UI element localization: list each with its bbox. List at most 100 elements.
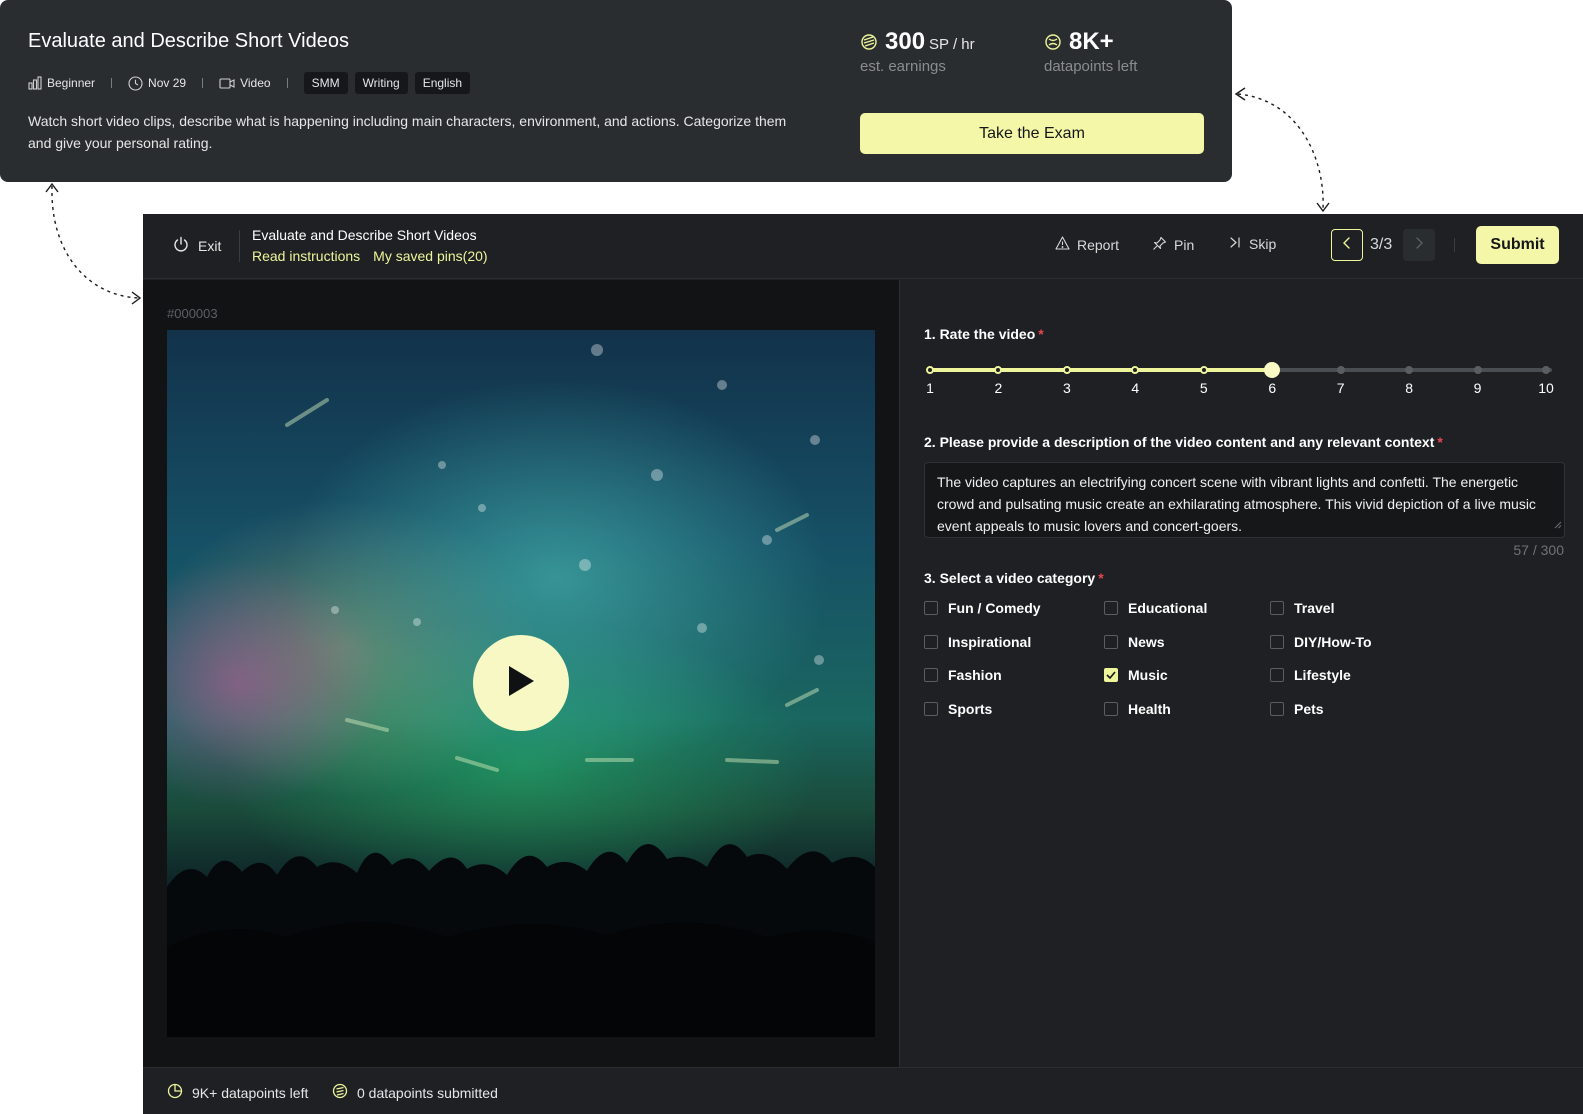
datapoints-icon <box>1044 33 1062 51</box>
category-option[interactable]: Inspirational <box>924 634 1031 650</box>
media-pane: #000003 <box>143 280 899 1067</box>
checkbox[interactable] <box>1104 601 1118 615</box>
slider-tick-label: 5 <box>1199 380 1208 396</box>
checkbox[interactable] <box>924 701 938 716</box>
checkbox[interactable] <box>1104 634 1118 649</box>
checkbox[interactable] <box>1270 668 1284 683</box>
header-links: Read instructions My saved pins(20) <box>252 248 488 264</box>
slider-tick-label: 3 <box>1062 380 1071 396</box>
checkbox[interactable] <box>924 668 938 683</box>
video-player[interactable] <box>167 330 875 1037</box>
take-exam-button[interactable]: Take the Exam <box>860 113 1204 154</box>
datapoints-label: datapoints left <box>1044 58 1138 75</box>
description-text: The video captures an electrifying conce… <box>937 474 1536 534</box>
checkbox[interactable] <box>1104 701 1118 716</box>
datapoints-left-status: 9K+ datapoints left <box>167 1083 308 1102</box>
media-label: Video <box>240 76 271 90</box>
category-option[interactable]: Fashion <box>924 667 1002 683</box>
earnings-value: 300 <box>885 28 926 55</box>
play-button[interactable] <box>473 635 569 731</box>
pin-icon <box>1152 236 1167 254</box>
item-id: #000003 <box>167 306 218 321</box>
rating-question: 1. Rate the video * <box>924 326 1044 342</box>
topbar-divider <box>239 230 240 262</box>
annotation-app: Exit Evaluate and Describe Short Videos … <box>143 214 1583 1114</box>
category-option[interactable]: Fun / Comedy <box>924 600 1041 616</box>
meta-divider <box>286 78 288 88</box>
category-option[interactable]: Sports <box>924 701 992 717</box>
checkbox[interactable] <box>924 601 938 615</box>
slider-step-dot[interactable] <box>1131 366 1140 374</box>
task-meta: Beginner Nov 29 Video SMM Writing Englis… <box>28 72 477 94</box>
category-option[interactable]: Educational <box>1104 600 1207 616</box>
description-textarea[interactable]: The video captures an electrifying conce… <box>924 462 1565 538</box>
checkbox[interactable] <box>924 634 938 649</box>
task-header-title: Evaluate and Describe Short Videos <box>252 227 477 243</box>
category-option[interactable]: Travel <box>1270 600 1334 616</box>
slider-tick-label: 4 <box>1131 380 1140 396</box>
read-instructions-link[interactable]: Read instructions <box>252 248 360 264</box>
meta-divider <box>111 78 113 88</box>
item-counter: 3/3 <box>1370 236 1393 253</box>
category-label: Inspirational <box>948 633 1032 650</box>
power-icon <box>173 236 189 255</box>
required-marker: * <box>1038 326 1044 342</box>
slider-step-dot[interactable] <box>1062 366 1071 374</box>
saved-pins-link[interactable]: My saved pins(20) <box>373 248 487 264</box>
skip-button[interactable]: Skip <box>1229 236 1276 252</box>
category-option[interactable]: Lifestyle <box>1270 667 1351 683</box>
resize-handle-icon[interactable] <box>1554 513 1562 535</box>
meta-divider <box>202 78 204 88</box>
level-item: Beginner <box>28 76 95 90</box>
exit-label: Exit <box>198 237 222 254</box>
previous-item-button[interactable] <box>1331 229 1363 261</box>
datapoints-submitted-status: 0 datapoints submitted <box>332 1083 498 1102</box>
checkbox[interactable] <box>1270 701 1284 716</box>
earnings-label: est. earnings <box>860 58 946 75</box>
earnings-unit: SP / hr <box>929 36 975 53</box>
slider-thumb[interactable] <box>1264 362 1281 378</box>
slider-step-dot[interactable] <box>926 366 934 374</box>
category-label: Fashion <box>948 667 1002 684</box>
checkbox[interactable] <box>1270 601 1284 615</box>
chevron-right-icon <box>1414 236 1424 254</box>
pin-button[interactable]: Pin <box>1152 236 1194 254</box>
category-option[interactable]: News <box>1104 634 1165 650</box>
coin-icon <box>860 33 878 51</box>
crowd-silhouette <box>167 843 875 1037</box>
bar-chart-icon <box>28 76 42 90</box>
category-option[interactable]: Music <box>1104 667 1168 683</box>
category-option[interactable]: DIY/How-To <box>1270 634 1372 650</box>
slider-step-dot[interactable] <box>1336 366 1345 374</box>
datapoints-value: 8K+ <box>1069 28 1114 55</box>
required-marker: * <box>1098 570 1104 586</box>
category-option[interactable]: Pets <box>1270 701 1324 717</box>
play-icon <box>506 664 536 703</box>
checkbox[interactable] <box>1104 668 1118 683</box>
pie-chart-icon <box>167 1083 183 1102</box>
slider-step-dot[interactable] <box>1542 366 1550 374</box>
slider-tick-label: 9 <box>1473 380 1482 396</box>
next-item-button[interactable] <box>1403 229 1435 261</box>
slider-tick-label: 8 <box>1405 380 1413 396</box>
slider-step-dot[interactable] <box>1405 366 1414 374</box>
task-description: Watch short video clips, describe what i… <box>28 113 787 151</box>
datapoints-submitted-label: 0 datapoints submitted <box>357 1084 498 1101</box>
earnings-stat: 300 SP / hr est. earnings <box>860 28 975 75</box>
rating-slider[interactable]: 1 2 3 4 5 6 7 8 9 10 <box>926 362 1554 406</box>
rating-question-label: 1. Rate the video <box>924 326 1036 342</box>
slider-step-dot[interactable] <box>1473 366 1482 374</box>
checkbox[interactable] <box>1270 634 1284 649</box>
description-question: 2. Please provide a description of the v… <box>924 434 1443 450</box>
category-label: Fun / Comedy <box>948 600 1041 616</box>
category-option[interactable]: Health <box>1104 701 1171 717</box>
slider-step-dot[interactable] <box>994 366 1003 374</box>
report-button[interactable]: Report <box>1055 236 1119 253</box>
submit-button[interactable]: Submit <box>1476 226 1559 264</box>
datapoints-stat: 8K+ datapoints left <box>1044 28 1137 75</box>
slider-step-dot[interactable] <box>1199 366 1208 374</box>
category-label: Travel <box>1294 600 1335 616</box>
exit-button[interactable]: Exit <box>173 236 221 255</box>
category-label: Pets <box>1294 700 1324 717</box>
status-footer: 9K+ datapoints left 0 datapoints submitt… <box>143 1067 1583 1114</box>
